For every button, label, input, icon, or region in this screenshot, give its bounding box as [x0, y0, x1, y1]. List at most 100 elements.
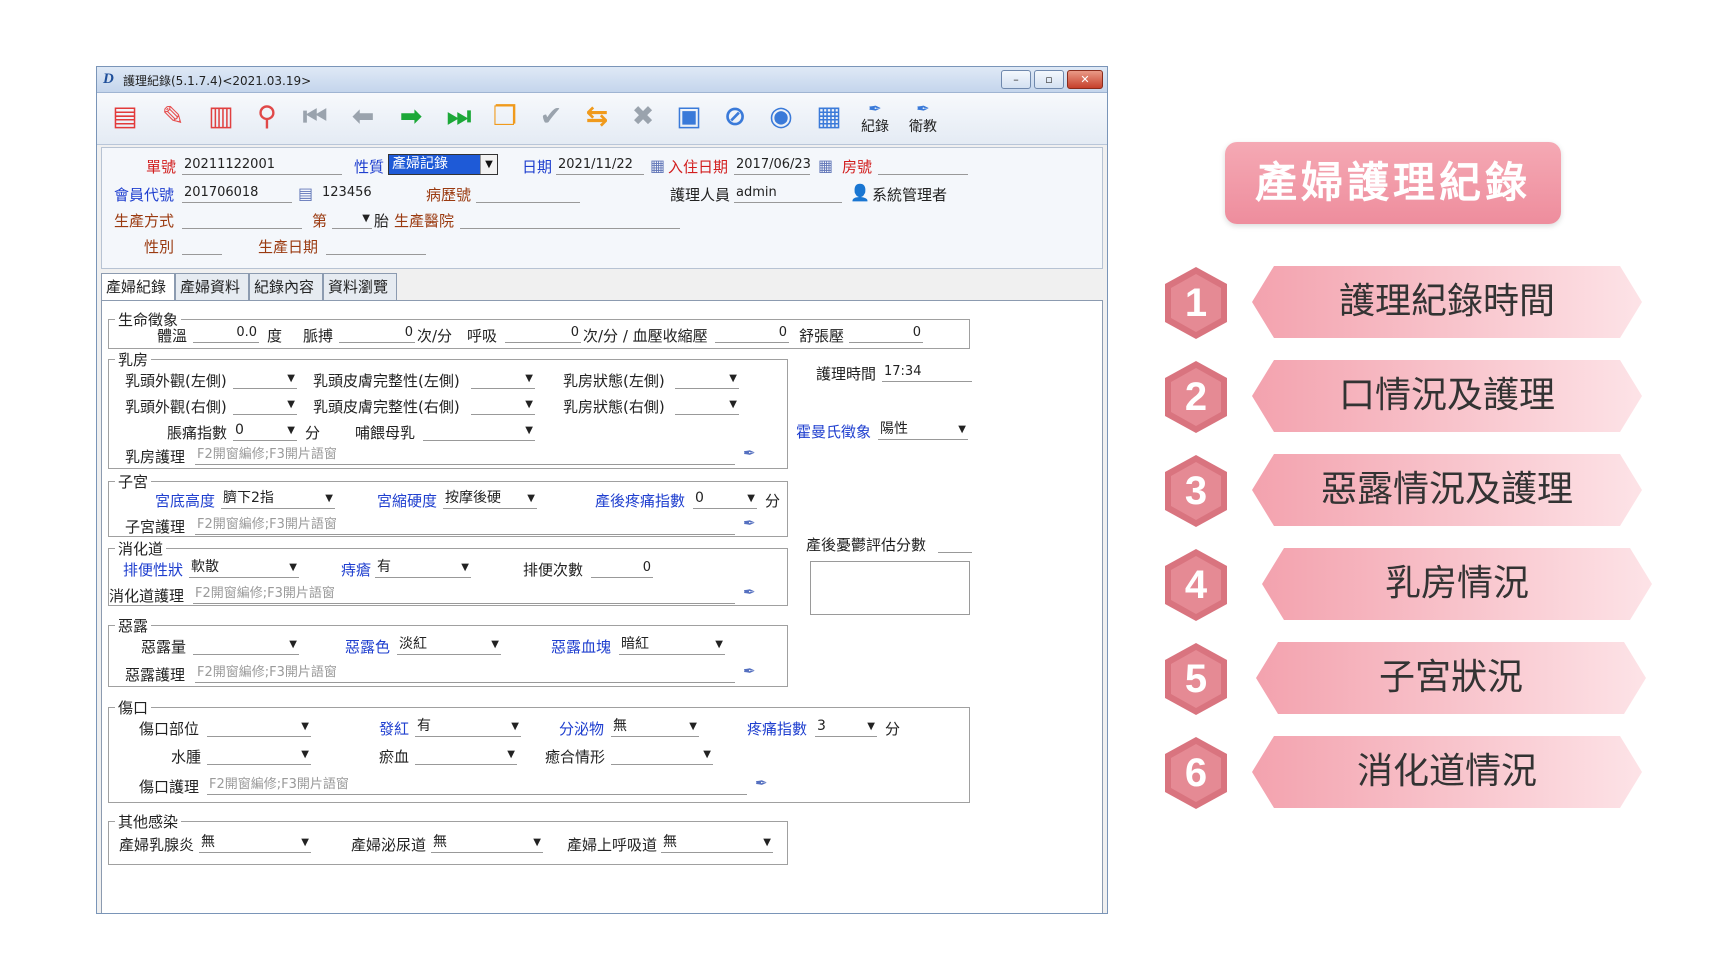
item-number-badge: 1 — [1163, 266, 1229, 340]
lochia-care-field[interactable]: F2開窗編修;F3開片語窗 — [195, 664, 735, 683]
uterus-pain-select[interactable]: 0 ▼ — [693, 490, 757, 509]
firmness-select[interactable]: 按摩後硬 ▼ — [443, 490, 537, 509]
digestive-care-field[interactable]: F2開窗編修;F3開片語窗 — [193, 585, 735, 604]
next-record-button[interactable]: ➡ — [391, 99, 431, 139]
tab-content: 生命徵象 體溫 0.0 度 脈搏 0 次/分 呼吸 0 次/分 / 血壓收縮壓 … — [101, 300, 1103, 913]
date-field[interactable]: 2021/11/22 — [556, 156, 644, 175]
hospital-field[interactable] — [460, 210, 680, 229]
pulse-unit: 次/分 — [417, 327, 453, 345]
education-button[interactable]: ✒ 衛教 — [901, 99, 945, 139]
parity-select[interactable]: ▼ — [332, 210, 372, 229]
delete-button[interactable]: ▥ — [201, 99, 241, 139]
wound-pain-select[interactable]: 3 ▼ — [815, 718, 877, 737]
minimize-button[interactable]: – — [1001, 70, 1031, 89]
tab-record-content[interactable]: 紀錄內容 — [249, 273, 323, 301]
tab-data-browse[interactable]: 資料瀏覽 — [323, 273, 397, 301]
systolic-field[interactable]: 0 — [715, 324, 789, 343]
depression-notes-box[interactable] — [810, 561, 970, 615]
state-right-select[interactable]: ▼ — [675, 396, 739, 415]
view-button[interactable]: ◉ — [761, 99, 801, 139]
close-button[interactable]: ✕ — [1067, 70, 1103, 89]
infection-group: 其他感染 產婦乳腺炎 無 ▼ 產婦泌尿道 無 ▼ 產婦上呼吸道 無 ▼ — [108, 811, 788, 865]
tab-maternal-data[interactable]: 產婦資料 — [175, 273, 249, 301]
export-xls-button[interactable]: ▦ — [809, 99, 849, 139]
prev-record-button[interactable]: ⬅ — [343, 99, 383, 139]
uri-select[interactable]: 無 ▼ — [661, 834, 773, 853]
window-title: 護理紀錄(5.1.7.4)<2021.03.19> — [123, 74, 312, 88]
tab-maternal-record[interactable]: 產婦紀錄 — [101, 273, 175, 302]
attach-button[interactable]: ⊘ — [715, 99, 755, 139]
fundus-select[interactable]: 臍下2指 ▼ — [221, 490, 335, 509]
stool-count-field[interactable]: 0 — [591, 559, 653, 578]
infection-title: 其他感染 — [115, 811, 182, 832]
nurse-field[interactable]: admin — [734, 184, 842, 203]
temp-field[interactable]: 0.0 — [193, 324, 259, 343]
mastitis-select[interactable]: 無 ▼ — [199, 834, 311, 853]
book-button[interactable]: ▣ — [669, 99, 709, 139]
wound-site-select[interactable]: ▼ — [207, 718, 311, 737]
lochia-group: 惡露 惡露量 ▼ 惡露色 淡紅 ▼ 惡露血塊 暗紅 ▼ 惡露護理 F2開窗編修;F3… — [108, 615, 788, 687]
breast-pain-select[interactable]: 0 ▼ — [233, 422, 297, 441]
chevron-down-icon: ▼ — [362, 213, 370, 224]
depression-score-field[interactable] — [938, 534, 972, 553]
nursing-time-field[interactable]: 17:34 — [882, 363, 972, 382]
pen-icon[interactable]: ✒ — [743, 514, 756, 532]
stool-select[interactable]: 軟散 ▼ — [189, 559, 299, 578]
uterus-care-field[interactable]: F2開窗編修;F3開片語窗 — [195, 516, 735, 535]
search-button[interactable]: ⚲ — [247, 99, 287, 139]
room-field[interactable] — [878, 156, 968, 175]
confirm-button[interactable]: ✔ — [531, 99, 571, 139]
secretion-select[interactable]: 無 ▼ — [611, 718, 699, 737]
pulse-field[interactable]: 0 — [339, 324, 415, 343]
delivery-method-field[interactable] — [182, 210, 302, 229]
admit-date-field[interactable]: 2017/06/23 — [734, 156, 811, 175]
hemorrhoid-select[interactable]: 有 ▼ — [375, 559, 471, 578]
redness-select[interactable]: 有 ▼ — [415, 718, 521, 737]
pen-icon[interactable]: ✒ — [743, 662, 756, 680]
breast-care-field[interactable]: F2開窗編修;F3開片語窗 — [195, 446, 735, 465]
member-field[interactable]: 201706018 — [182, 184, 292, 203]
chevron-down-icon: ▼ — [729, 373, 737, 384]
skin-right-select[interactable]: ▼ — [471, 396, 535, 415]
new-record-button[interactable]: ▤ — [105, 99, 145, 139]
chart-label: 病歷號 — [426, 186, 472, 204]
edema-select[interactable]: ▼ — [207, 746, 311, 765]
healing-select[interactable]: ▼ — [611, 746, 713, 765]
last-record-button[interactable]: ⏭ — [439, 99, 479, 139]
copy-button[interactable]: ❐ — [485, 99, 525, 139]
nipple-left-select[interactable]: ▼ — [233, 370, 297, 389]
sex-field[interactable] — [182, 236, 222, 255]
birth-date-field[interactable] — [326, 236, 426, 255]
pen-icon[interactable]: ✒ — [755, 774, 768, 792]
chart-field[interactable] — [476, 184, 580, 203]
nipple-right-select[interactable]: ▼ — [233, 396, 297, 415]
diastolic-field[interactable]: 0 — [849, 324, 923, 343]
homans-select[interactable]: 陽性 ▼ — [878, 421, 968, 440]
nature-select[interactable]: 產婦記錄 ▼ — [388, 154, 498, 175]
chevron-down-icon: ▼ — [325, 493, 333, 504]
restore-button[interactable]: ▫ — [1034, 70, 1064, 89]
ecchymosis-select[interactable]: ▼ — [415, 746, 517, 765]
state-left-select[interactable]: ▼ — [675, 370, 739, 389]
pen-icon[interactable]: ✒ — [743, 444, 756, 462]
uterus-title: 子宮 — [115, 471, 152, 492]
lochia-clot-select[interactable]: 暗紅 ▼ — [619, 636, 725, 655]
uti-select[interactable]: 無 ▼ — [431, 834, 543, 853]
wound-care-field[interactable]: F2開窗編修;F3開片語窗 — [207, 776, 747, 795]
id-card-icon[interactable]: ▤ — [298, 184, 313, 203]
transfer-button[interactable]: ⇆ — [577, 99, 617, 139]
pen-icon[interactable]: ✒ — [743, 583, 756, 601]
uterus-pain-label: 產後疼痛指數 — [595, 492, 686, 510]
first-record-button[interactable]: ⏮ — [295, 99, 335, 139]
lochia-amount-select[interactable]: ▼ — [193, 636, 299, 655]
edit-button[interactable]: ✎ — [153, 99, 193, 139]
calendar-icon[interactable]: ▦ — [818, 156, 833, 175]
feed-select[interactable]: ▼ — [423, 422, 535, 441]
record-button[interactable]: ✒ 紀錄 — [853, 99, 897, 139]
order-no-field[interactable]: 20211122001 — [182, 156, 342, 175]
skin-left-select[interactable]: ▼ — [471, 370, 535, 389]
cancel-button[interactable]: ✖ — [623, 99, 663, 139]
resp-field[interactable]: 0 — [505, 324, 581, 343]
lochia-color-select[interactable]: 淡紅 ▼ — [397, 636, 501, 655]
calendar-icon[interactable]: ▦ — [650, 156, 665, 175]
